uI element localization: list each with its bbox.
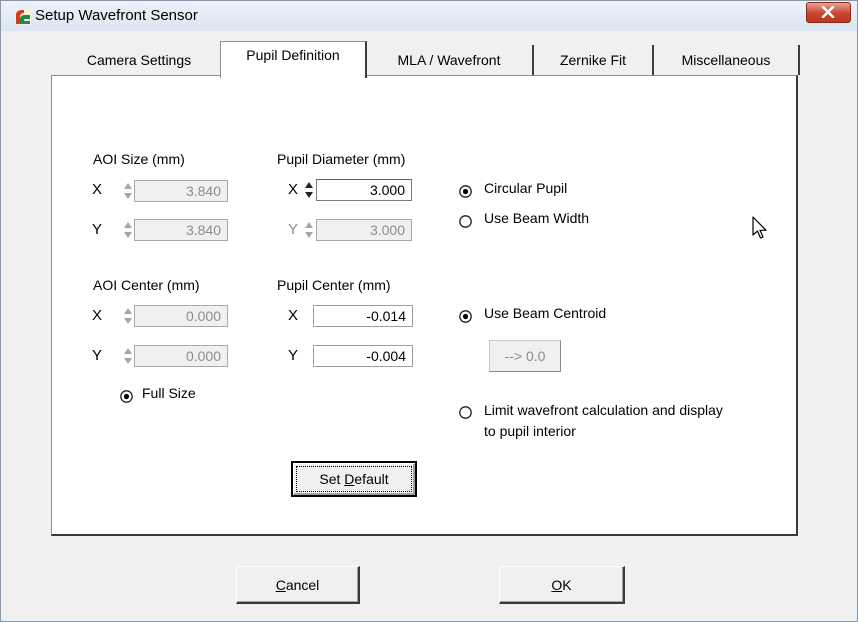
tab-label: Camera Settings: [86, 52, 192, 68]
full-size-label: Full Size: [142, 385, 196, 401]
aoi-size-y-field: 3.840: [134, 219, 228, 241]
reset-center-button-label: --> 0.0: [504, 348, 546, 364]
aoi-size-x-label: X: [92, 181, 103, 198]
circular-pupil-label: Circular Pupil: [484, 180, 568, 196]
full-size-radio[interactable]: [120, 390, 133, 403]
mouse-pointer-icon: [752, 216, 768, 245]
close-icon: [821, 6, 835, 18]
circular-pupil-radio[interactable]: [459, 185, 472, 198]
pupil-center-x-label: X: [288, 307, 299, 324]
tab-zernike-fit[interactable]: Zernike Fit: [534, 45, 654, 75]
aoi-center-heading: AOI Center (mm): [93, 277, 200, 293]
ok-button-label: OK: [551, 576, 572, 593]
tab-label: MLA / Wavefront: [397, 52, 501, 68]
pupil-center-heading: Pupil Center (mm): [277, 277, 391, 293]
pupil-diameter-y-label: Y: [288, 221, 299, 238]
pupil-diameter-x-field[interactable]: 3.000: [316, 179, 412, 201]
tab-pupil-definition[interactable]: Pupil Definition: [220, 41, 367, 78]
aoi-center-x-field: 0.000: [134, 305, 228, 327]
use-beam-width-radio[interactable]: [459, 215, 472, 228]
pupil-diameter-y-spinner: [304, 220, 314, 240]
set-default-button[interactable]: Set Default: [291, 461, 417, 497]
app-logo-icon: [14, 8, 32, 26]
aoi-size-y-spinner: [123, 220, 133, 240]
window-title: Setup Wavefront Sensor: [35, 7, 198, 24]
tab-mla-wavefront[interactable]: MLA / Wavefront: [366, 45, 534, 75]
use-beam-centroid-radio[interactable]: [459, 310, 472, 323]
pupil-diameter-x-spinner[interactable]: [304, 180, 314, 200]
aoi-size-y-label: Y: [92, 221, 103, 238]
pupil-center-y-field: -0.004: [313, 345, 413, 367]
close-button[interactable]: [806, 2, 851, 23]
set-default-button-label: Set Default: [319, 471, 389, 487]
aoi-size-x-field: 3.840: [134, 180, 228, 202]
pupil-diameter-heading: Pupil Diameter (mm): [277, 151, 406, 167]
pupil-diameter-y-field: 3.000: [316, 219, 412, 241]
setup-dialog-window: Setup Wavefront Sensor Camera Settings P…: [0, 0, 858, 622]
aoi-center-y-label: Y: [92, 347, 103, 364]
aoi-size-x-spinner: [123, 181, 133, 201]
tab-camera-settings[interactable]: Camera Settings: [57, 45, 223, 75]
aoi-size-heading: AOI Size (mm): [93, 151, 185, 167]
aoi-center-x-spinner: [123, 306, 133, 326]
reset-center-button: --> 0.0: [489, 340, 561, 372]
limit-wavefront-label-line2: to pupil interior: [484, 423, 576, 439]
ok-button[interactable]: OK: [499, 566, 625, 604]
use-beam-width-label: Use Beam Width: [484, 210, 590, 226]
aoi-center-y-spinner: [123, 346, 133, 366]
pupil-diameter-x-label: X: [288, 181, 299, 198]
pupil-center-y-label: Y: [288, 347, 299, 364]
pupil-center-x-field: -0.014: [313, 305, 413, 327]
use-beam-centroid-label: Use Beam Centroid: [484, 305, 607, 321]
limit-wavefront-label-line1: Limit wavefront calculation and display: [484, 402, 723, 418]
cancel-button-label: Cancel: [275, 576, 320, 593]
tab-panel-pupil-definition: AOI Size (mm) X 3.840 Y 3.840 Pupil Diam…: [51, 75, 798, 536]
tab-miscellaneous[interactable]: Miscellaneous: [654, 45, 800, 75]
tab-label: Miscellaneous: [681, 52, 771, 68]
tab-label: Zernike Fit: [559, 52, 627, 68]
cancel-button[interactable]: Cancel: [236, 566, 360, 604]
aoi-center-y-field: 0.000: [134, 345, 228, 367]
tab-label: Pupil Definition: [246, 47, 340, 63]
aoi-center-x-label: X: [92, 307, 103, 324]
title-bar[interactable]: Setup Wavefront Sensor: [1, 1, 857, 31]
limit-wavefront-radio[interactable]: [459, 406, 472, 419]
